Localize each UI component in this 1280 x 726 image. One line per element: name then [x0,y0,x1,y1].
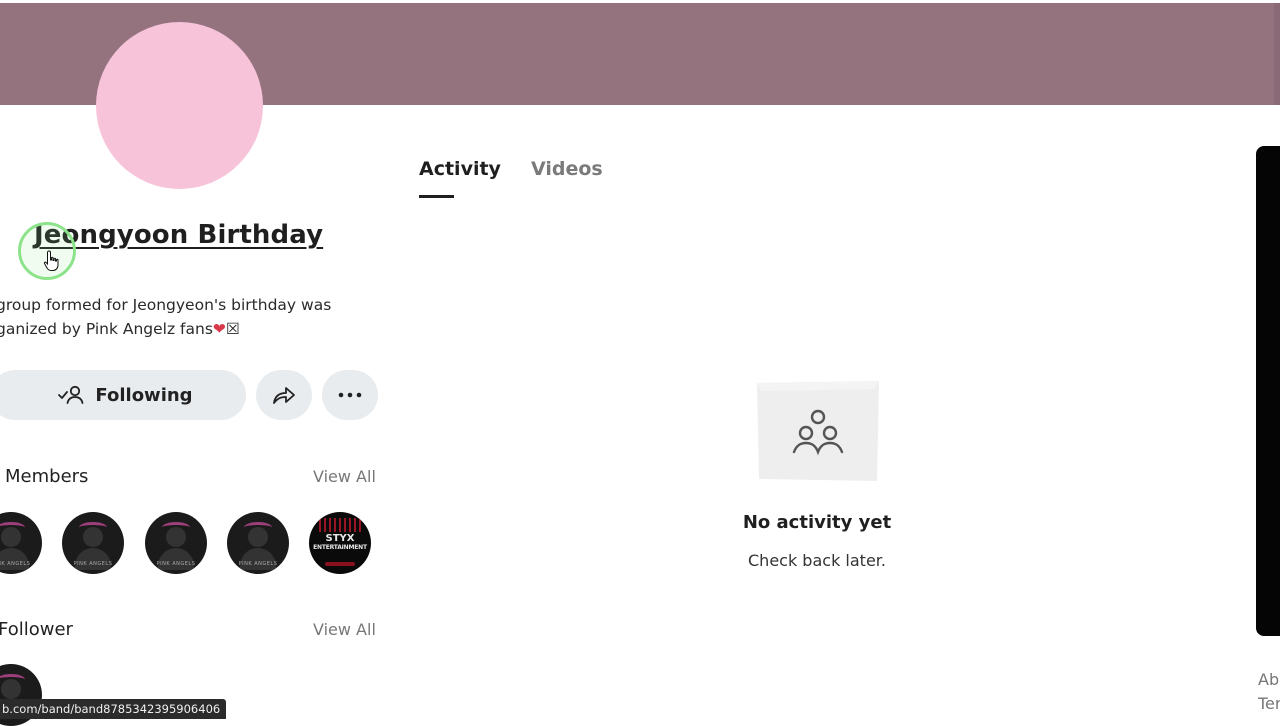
empty-group-icon [757,381,879,481]
band-description: group formed for Jeongyeon's birthday wa… [0,293,376,341]
heart-emoji: ❤ [212,320,226,338]
member-avatar-styx[interactable]: STYX ENTERTAINMENT [309,512,371,574]
footer-link-terms[interactable]: Ter [1258,694,1280,713]
follower-view-all-link[interactable]: View All [313,620,376,639]
user-check-icon [58,385,84,404]
member-avatar-tag: PINK ANGELS [73,561,113,567]
footer-link-about[interactable]: Ab [1258,670,1279,689]
member-avatar[interactable]: PINK ANGELS [0,512,42,574]
active-tab-indicator [419,195,454,198]
following-button[interactable]: Following [0,370,246,420]
cover-edge [1274,3,1280,105]
right-side-panel [1256,146,1280,636]
follower-title: Follower [0,619,73,640]
more-options-button[interactable] [322,370,378,420]
share-arrow-icon [273,387,295,404]
members-view-all-link[interactable]: View All [313,467,376,486]
members-title: Members [5,466,89,487]
description-text: ganized by Pink Angelz fans [0,320,213,338]
description-line-1: group formed for Jeongyeon's birthday wa… [0,296,332,314]
tab-activity[interactable]: Activity [419,158,501,180]
share-button[interactable] [256,370,312,420]
empty-state-subtitle: Check back later. [748,551,886,570]
member-avatar-tag: PINK ANGELS [156,561,196,567]
styx-logo-subtext: ENTERTAINMENT [313,544,367,551]
box-glyph: ☒ [225,320,240,338]
styx-logo-text: STYX [325,533,355,544]
band-avatar[interactable] [96,22,263,189]
member-avatar[interactable]: PINK ANGELS [62,512,124,574]
member-avatar-tag: PINK ANGELS [238,561,278,567]
member-avatar-tag: PINK ANGELS [0,561,31,567]
band-name-link[interactable]: Jeongyoon Birthday [34,220,323,250]
member-avatar[interactable]: PINK ANGELS [145,512,207,574]
hand-cursor-icon [43,250,59,271]
tab-videos[interactable]: Videos [531,158,603,180]
following-label: Following [95,384,193,406]
description-line-2: ganized by Pink Angelz fans❤☒ [0,317,376,341]
empty-state-title: No activity yet [742,512,892,533]
more-dots-icon [338,392,362,398]
member-avatar[interactable]: PINK ANGELS [227,512,289,574]
status-bar-url: b.com/band/band8785342395906406 [0,699,227,719]
